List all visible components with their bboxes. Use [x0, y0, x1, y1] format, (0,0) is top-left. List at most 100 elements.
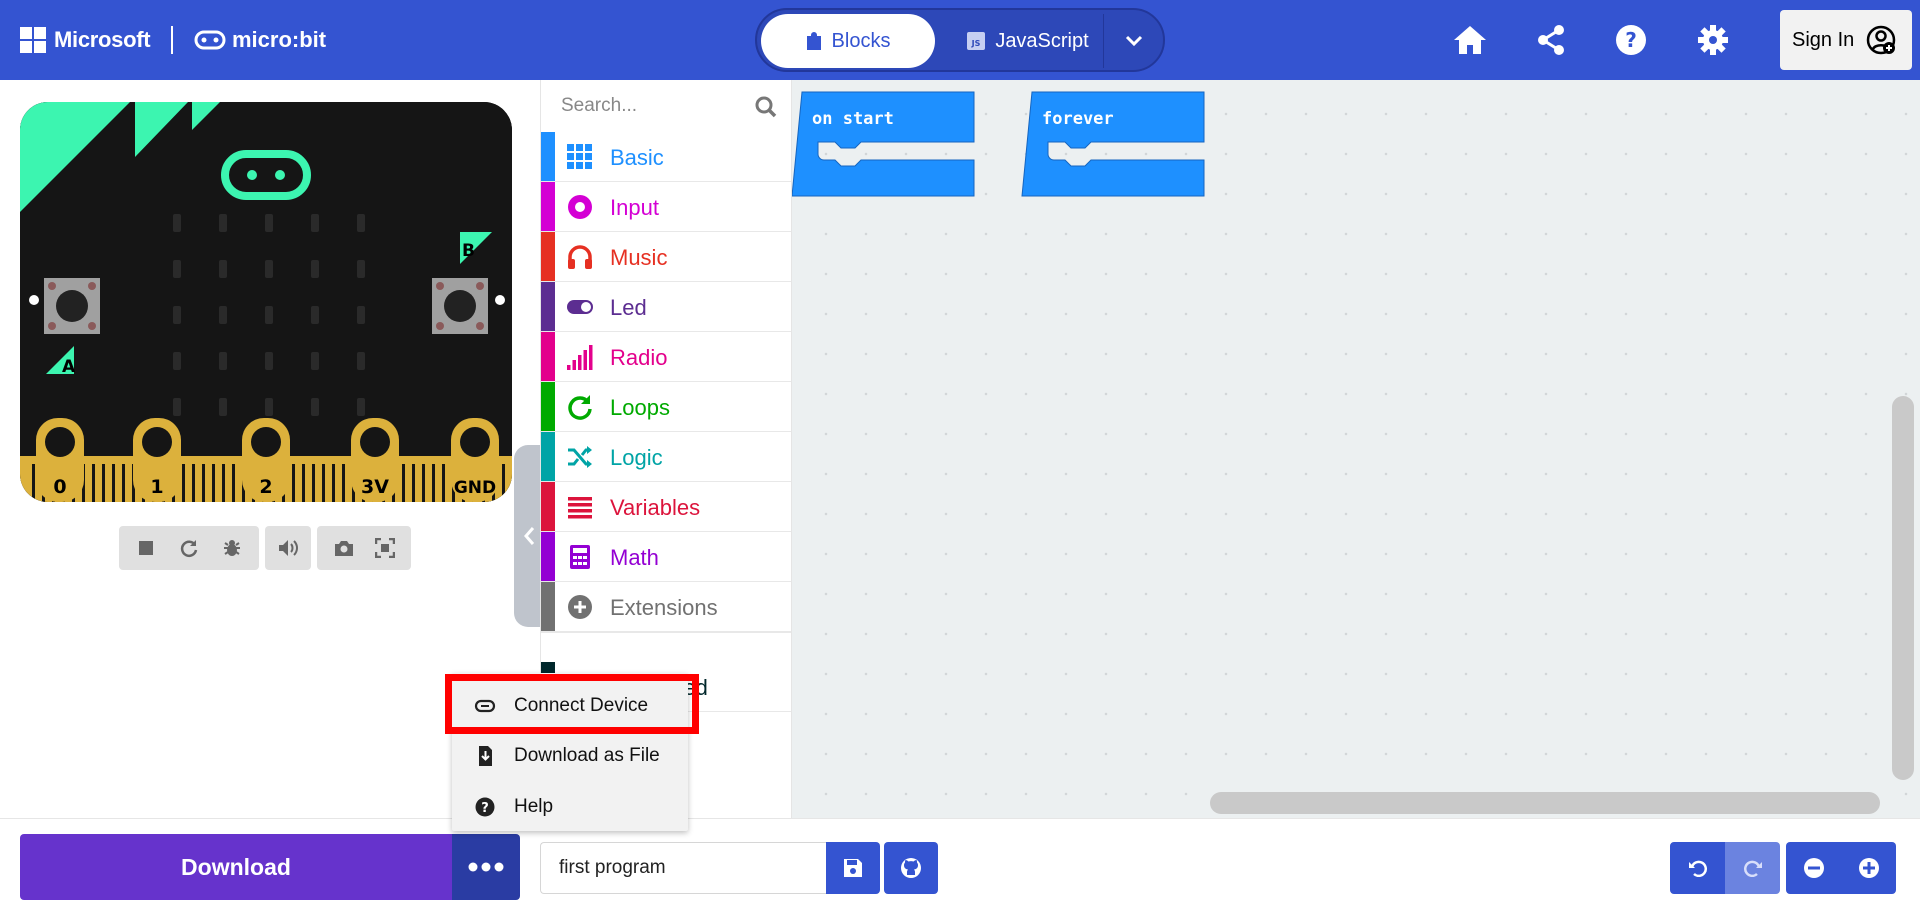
led [219, 214, 227, 232]
microbit-logo[interactable]: micro:bit [194, 0, 326, 80]
svg-text:?: ? [1625, 28, 1637, 52]
redo-button[interactable] [1725, 842, 1780, 894]
edge-connector-stripe [342, 464, 345, 502]
on-start-block[interactable]: on start [792, 91, 975, 197]
save-button[interactable] [826, 842, 880, 894]
debug-button[interactable] [216, 532, 248, 564]
search-icon[interactable] [755, 96, 777, 118]
undo-button[interactable] [1670, 842, 1725, 894]
menu-item-download-file[interactable]: Download as File [452, 730, 688, 780]
microbit-label: micro:bit [232, 27, 327, 52]
blocks-workspace[interactable]: on start forever [792, 80, 1920, 818]
led [265, 306, 273, 324]
category-color-bar [541, 282, 555, 331]
stop-button[interactable] [130, 532, 162, 564]
category-color-bar [541, 432, 555, 481]
settings-button[interactable] [1693, 20, 1733, 60]
sim-controls-right [317, 526, 411, 570]
edge-connector-stripe [302, 464, 305, 502]
pin-0[interactable]: 0 [36, 418, 84, 502]
microsoft-logo[interactable]: Microsoft [20, 0, 151, 80]
vertical-scrollbar[interactable] [1892, 396, 1914, 780]
toolbox-separator [541, 632, 791, 633]
toolbox-category-led[interactable]: Led [541, 282, 791, 332]
home-icon [1454, 26, 1486, 54]
menu-item-connect-device[interactable]: Connect Device [452, 680, 688, 730]
svg-text:JS: JS [971, 39, 981, 48]
led [357, 398, 365, 416]
tab-blocks-label: Blocks [831, 29, 891, 52]
horizontal-scrollbar[interactable] [1210, 792, 1880, 814]
download-button[interactable]: Download [20, 834, 452, 900]
forever-block[interactable]: forever [1021, 91, 1205, 197]
pin-label: 3V [361, 476, 389, 498]
toolbox-category-basic[interactable]: Basic [541, 132, 791, 182]
more-dots-icon [468, 862, 504, 872]
led [357, 352, 365, 370]
help-button[interactable]: ? [1611, 20, 1651, 60]
js-file-icon: JS [967, 32, 986, 50]
screenshot-button[interactable] [328, 532, 360, 564]
share-button[interactable] [1531, 20, 1571, 60]
microbit-board[interactable]: A B 0 1 2 3V GND [20, 102, 512, 502]
sign-in-button[interactable]: Sign In [1780, 10, 1912, 70]
pin-2[interactable]: 2 [242, 418, 290, 502]
button-a-label: A [62, 357, 76, 377]
list-lines-icon [568, 497, 592, 519]
project-name-input[interactable] [559, 857, 809, 879]
toolbox-category-radio[interactable]: Radio [541, 332, 791, 382]
mute-button[interactable] [272, 532, 304, 564]
edge-connector-stripe [182, 464, 185, 502]
led [311, 398, 319, 416]
edge-connector-stripe [332, 464, 335, 502]
stop-icon [139, 541, 154, 555]
edge-connector-stripe [222, 464, 225, 502]
toolbox-category-loops[interactable]: Loops [541, 382, 791, 432]
tab-javascript[interactable]: JS JavaScript [953, 14, 1103, 68]
home-button[interactable] [1450, 20, 1490, 60]
edge-connector-stripe [422, 464, 425, 502]
led [173, 352, 181, 370]
fullscreen-button[interactable] [369, 532, 401, 564]
tab-blocks[interactable]: Blocks [761, 14, 935, 68]
pin-1[interactable]: 1 [133, 418, 181, 502]
category-color-bar [541, 582, 555, 631]
edge-connector-stripe [112, 464, 115, 502]
toolbox-category-music[interactable]: Music [541, 232, 791, 282]
menu-item-label: Connect Device [514, 695, 649, 716]
category-label: Extensions [610, 595, 718, 620]
menu-item-help[interactable]: ? Help [452, 781, 688, 831]
workspace-blocks: on start forever [792, 91, 1205, 197]
led [173, 306, 181, 324]
category-label: Input [610, 195, 659, 220]
toolbox-category-extensions[interactable]: Extensions [541, 582, 791, 632]
pin-3v[interactable]: 3V [351, 418, 399, 502]
led [173, 398, 181, 416]
toolbox-category-logic[interactable]: Logic [541, 432, 791, 482]
edge-connector-stripe [432, 464, 435, 502]
sim-controls-left [119, 526, 259, 570]
zoom-in-button[interactable] [1841, 842, 1896, 894]
edge-connector-stripe [232, 464, 235, 502]
camera-icon [334, 541, 353, 556]
download-more-button[interactable] [452, 834, 520, 900]
category-color-bar [541, 132, 555, 181]
toolbox-category-input[interactable]: Input [541, 182, 791, 232]
restart-button[interactable] [173, 532, 205, 564]
category-label: Logic [610, 445, 663, 470]
zoom-out-button[interactable] [1786, 842, 1841, 894]
share-icon [1538, 25, 1564, 55]
github-button[interactable] [884, 842, 938, 894]
led [357, 260, 365, 278]
toolbox-category-math[interactable]: Math [541, 532, 791, 582]
pin-gnd[interactable]: GND [451, 418, 499, 502]
edge-connector-stripe [502, 464, 505, 502]
led [311, 306, 319, 324]
edge-connector-stripe [32, 464, 35, 502]
toolbox-category-variables[interactable]: Variables [541, 482, 791, 532]
search-input[interactable] [561, 95, 751, 117]
pin-label: 1 [150, 476, 163, 498]
language-dropdown[interactable] [1109, 14, 1159, 68]
download-label: Download [181, 853, 291, 880]
usb-link-icon [474, 699, 496, 713]
